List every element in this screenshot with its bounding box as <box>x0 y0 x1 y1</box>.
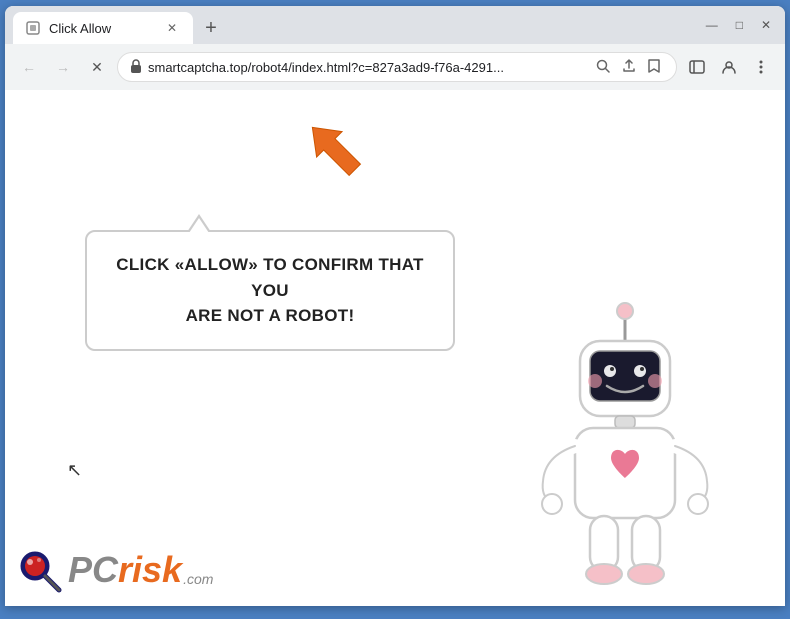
reload-button[interactable]: ✕ <box>83 53 111 81</box>
title-bar: Click Allow ✕ + — □ ✕ <box>5 6 785 44</box>
page-content: CLICK «ALLOW» TO CONFIRM THAT YOU ARE NO… <box>5 90 785 606</box>
address-icons <box>592 57 664 78</box>
tabs-area: Click Allow ✕ + <box>13 6 700 44</box>
sidebar-icon[interactable] <box>683 53 711 81</box>
tab-title: Click Allow <box>49 21 155 36</box>
toolbar-icons <box>683 53 775 81</box>
menu-icon[interactable] <box>747 53 775 81</box>
tab-favicon <box>25 20 41 36</box>
pcrisk-icon <box>15 546 63 594</box>
tab-close-button[interactable]: ✕ <box>163 19 181 37</box>
close-button[interactable]: ✕ <box>755 14 777 36</box>
lock-icon <box>130 59 142 76</box>
bookmark-icon[interactable] <box>644 57 664 78</box>
browser-tab[interactable]: Click Allow ✕ <box>13 12 193 44</box>
window-controls: — □ ✕ <box>700 14 777 36</box>
pcrisk-text: PC risk .com <box>68 549 213 591</box>
pcrisk-pc: PC <box>68 549 118 591</box>
pcrisk-risk: risk <box>118 549 182 591</box>
share-icon[interactable] <box>618 57 640 78</box>
speech-bubble: CLICK «ALLOW» TO CONFIRM THAT YOU ARE NO… <box>85 230 455 351</box>
pcrisk-com: .com <box>183 571 213 587</box>
url-text: smartcaptcha.top/robot4/index.html?c=827… <box>148 60 586 75</box>
pcrisk-logo: PC risk .com <box>15 546 213 594</box>
new-tab-button[interactable]: + <box>197 14 225 42</box>
forward-button[interactable]: → <box>49 53 77 81</box>
search-icon[interactable] <box>592 57 614 78</box>
nav-bar: ← → ✕ smartcaptcha.top/robot4/index.html… <box>5 44 785 90</box>
maximize-button[interactable]: □ <box>730 14 749 36</box>
back-button[interactable]: ← <box>15 53 43 81</box>
profile-icon[interactable] <box>715 53 743 81</box>
address-bar[interactable]: smartcaptcha.top/robot4/index.html?c=827… <box>117 52 677 82</box>
robot-character <box>525 286 725 596</box>
mouse-cursor: ↖ <box>67 460 82 481</box>
bubble-text: CLICK «ALLOW» TO CONFIRM THAT YOU ARE NO… <box>111 252 429 329</box>
minimize-button[interactable]: — <box>700 14 724 36</box>
